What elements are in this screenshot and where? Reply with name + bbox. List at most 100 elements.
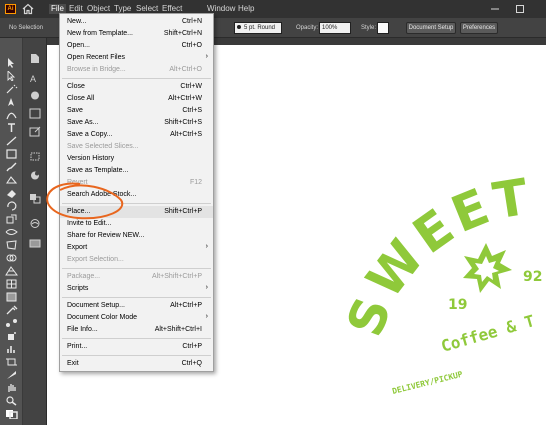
menu-item-version-history[interactable]: Version History (60, 153, 213, 165)
menu-item-label: Revert (67, 179, 88, 186)
maximize-icon[interactable] (515, 4, 525, 14)
menu-item-label: Close All (67, 95, 95, 102)
selection-tool-icon[interactable] (5, 58, 18, 68)
menu-item-close[interactable]: Close Ctrl+W (60, 81, 213, 93)
menu-item-label: Save (67, 107, 83, 114)
export-panel-icon[interactable] (29, 126, 41, 137)
free-transform-tool-icon[interactable] (5, 240, 18, 250)
menu-item-new-from-template[interactable]: New from Template... Shift+Ctrl+N (60, 28, 213, 40)
menu-item-shortcut: Alt+Shift+Ctrl+I (154, 326, 202, 333)
menu-item-label: Package... (67, 273, 101, 280)
menu-separator (62, 268, 211, 269)
menu-separator (62, 338, 211, 339)
menu-item-scripts[interactable]: Scripts › (60, 283, 213, 295)
menu-item-shortcut: Shift+Ctrl+P (164, 208, 202, 215)
opacity-label: Opacity: (296, 25, 319, 31)
minimize-icon[interactable] (490, 4, 500, 14)
menu-item-print[interactable]: Print... Ctrl+P (60, 341, 213, 353)
color-panel-icon[interactable] (29, 90, 41, 101)
layers-panel-icon[interactable] (29, 193, 41, 204)
menu-item-open[interactable]: Open... Ctrl+O (60, 40, 213, 52)
menu-item-share-for-review-new[interactable]: Share for Review NEW... (60, 230, 213, 242)
appearance-panel-icon[interactable] (29, 170, 41, 181)
menu-item-shortcut: Ctrl+O (181, 42, 202, 49)
gradient-tool-icon[interactable] (5, 292, 18, 302)
slice-tool-icon[interactable] (5, 370, 18, 380)
year-left: 19 (448, 297, 467, 313)
shape-builder-tool-icon[interactable] (5, 253, 18, 263)
magic-wand-tool-icon[interactable] (5, 84, 18, 94)
menu-item-label: Document Color Mode (67, 314, 138, 321)
menu-item-label: Open... (67, 42, 90, 49)
opacity-input[interactable]: 100% (319, 22, 351, 34)
brushes-panel-icon[interactable] (29, 218, 41, 229)
menu-item-invite-to-edit[interactable]: Invite to Edit... (60, 218, 213, 230)
paintbrush-tool-icon[interactable] (5, 162, 18, 172)
menu-item-file-info[interactable]: File Info... Alt+Shift+Ctrl+I (60, 324, 213, 336)
document-setup-button[interactable]: Document Setup (406, 22, 456, 34)
menu-item-export[interactable]: Export › (60, 242, 213, 254)
width-tool-icon[interactable] (5, 227, 18, 237)
symbol-sprayer-tool-icon[interactable] (5, 331, 18, 341)
shaper-tool-icon[interactable] (5, 175, 18, 185)
rotate-tool-icon[interactable] (5, 201, 18, 211)
illustrator-window: Ai File Edit Object Type Select Effect W… (0, 0, 546, 425)
properties-panel-icon[interactable] (29, 53, 41, 64)
eraser-tool-icon[interactable] (5, 188, 18, 198)
preferences-button[interactable]: Preferences (460, 22, 498, 34)
panel-dock: A (23, 38, 47, 425)
column-graph-tool-icon[interactable] (5, 344, 18, 354)
tagline-text: Coffee & T (439, 311, 537, 356)
menu-item-shortcut: Shift+Ctrl+N (163, 30, 202, 37)
character-panel-icon[interactable]: A (29, 73, 41, 84)
line-segment-tool-icon[interactable] (5, 136, 18, 146)
menu-item-save-as-template[interactable]: Save as Template... (60, 165, 213, 177)
menu-item-shortcut: Alt+Ctrl+O (169, 66, 202, 73)
menu-item-shortcut: Alt+Ctrl+W (168, 95, 202, 102)
style-label: Style: (361, 25, 377, 31)
home-icon[interactable] (22, 3, 34, 15)
menu-separator (62, 297, 211, 298)
direct-selection-tool-icon[interactable] (5, 71, 18, 81)
stroke-profile-select[interactable]: 5 pt. Round (234, 22, 282, 34)
menu-item-exit[interactable]: Exit Ctrl+Q (60, 358, 213, 370)
eyedropper-tool-icon[interactable] (5, 305, 18, 315)
menu-item-place[interactable]: Place... Shift+Ctrl+P (60, 206, 213, 218)
transform-panel-icon[interactable] (29, 151, 41, 162)
svg-text:A: A (30, 74, 36, 84)
hand-tool-icon[interactable] (5, 383, 18, 393)
menu-item-shortcut: Alt+Ctrl+P (170, 302, 202, 309)
menu-item-save[interactable]: Save Ctrl+S (60, 105, 213, 117)
menu-item-close-all[interactable]: Close All Alt+Ctrl+W (60, 93, 213, 105)
menu-item-label: Save a Copy... (67, 131, 113, 138)
menu-item-label: Save as Template... (67, 167, 129, 174)
chevron-right-icon: › (205, 243, 208, 250)
gradient-panel-icon[interactable] (29, 238, 41, 249)
curvature-tool-icon[interactable] (5, 110, 18, 120)
menu-item-open-recent-files[interactable]: Open Recent Files › (60, 52, 213, 64)
rectangle-tool-icon[interactable] (5, 149, 18, 159)
type-tool-icon[interactable] (5, 123, 18, 133)
artboard-tool-icon[interactable] (5, 357, 18, 367)
menu-item-label: Version History (67, 155, 115, 162)
menu-item-search-adobe-stock[interactable]: Search Adobe Stock... (60, 189, 213, 201)
menu-item-browse-in-bridge: Browse in Bridge... Alt+Ctrl+O (60, 64, 213, 76)
menu-help[interactable]: Help (238, 4, 254, 14)
fill-stroke-icon[interactable] (5, 409, 18, 419)
style-swatch[interactable] (377, 22, 389, 34)
menu-item-save-a-copy[interactable]: Save a Copy... Alt+Ctrl+S (60, 129, 213, 141)
menu-item-shortcut: Ctrl+S (182, 107, 202, 114)
perspective-grid-tool-icon[interactable] (5, 266, 18, 276)
swatches-panel-icon[interactable] (29, 108, 41, 119)
mesh-tool-icon[interactable] (5, 279, 18, 289)
zoom-tool-icon[interactable] (5, 396, 18, 406)
menu-item-document-color-mode[interactable]: Document Color Mode › (60, 312, 213, 324)
blend-tool-icon[interactable] (5, 318, 18, 328)
menu-item-new[interactable]: New... Ctrl+N (60, 16, 213, 28)
menu-item-shortcut: Ctrl+P (182, 343, 202, 350)
scale-tool-icon[interactable] (5, 214, 18, 224)
menu-item-document-setup[interactable]: Document Setup... Alt+Ctrl+P (60, 300, 213, 312)
pen-tool-icon[interactable] (5, 97, 18, 107)
menu-item-save-as[interactable]: Save As... Shift+Ctrl+S (60, 117, 213, 129)
menu-item-shortcut: Ctrl+W (180, 83, 202, 90)
